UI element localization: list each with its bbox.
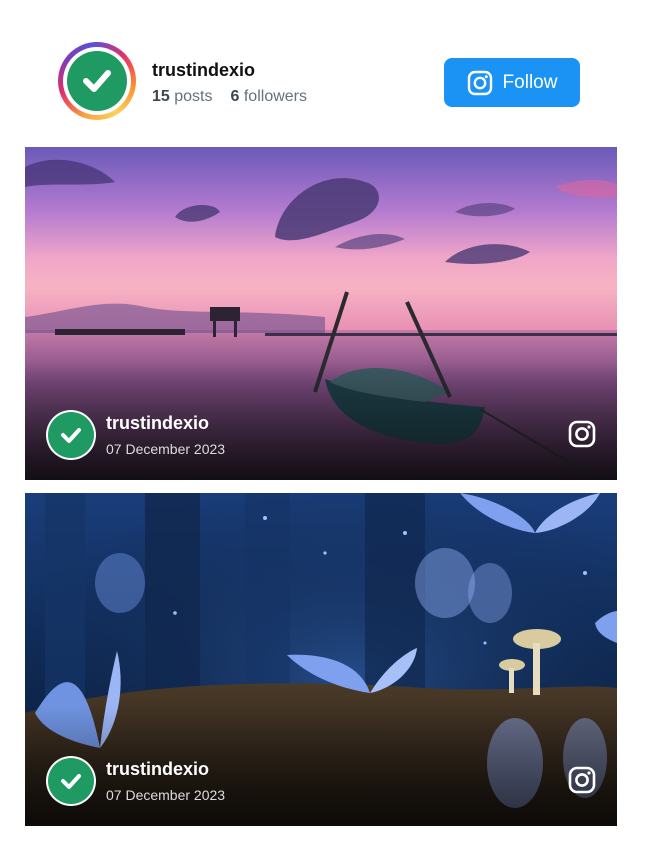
posts-count: 15: [152, 88, 170, 105]
follow-label: Follow: [502, 71, 558, 93]
follow-button[interactable]: Follow: [444, 58, 580, 107]
post-date: 07 December 2023: [106, 787, 226, 803]
post-card[interactable]: trustindexio 07 December 2023: [25, 147, 617, 480]
instagram-icon[interactable]: [568, 766, 596, 794]
checkmark-icon: [61, 774, 81, 789]
post-username[interactable]: trustindexio: [106, 759, 209, 780]
post-avatar[interactable]: [46, 410, 96, 460]
post-avatar[interactable]: [46, 756, 96, 806]
profile-header: trustindexio 15 posts 6 followers Follow: [0, 0, 646, 140]
instagram-icon: [467, 70, 492, 95]
posts-label: posts: [174, 88, 213, 105]
checkmark-icon: [83, 70, 111, 92]
post-date: 07 December 2023: [106, 441, 226, 457]
profile-avatar[interactable]: [58, 42, 136, 120]
post-card[interactable]: trustindexio 07 December 2023: [25, 493, 617, 826]
instagram-icon[interactable]: [568, 420, 596, 448]
followers-count: 6: [230, 88, 240, 105]
followers-label: followers: [243, 88, 307, 105]
profile-username[interactable]: trustindexio: [152, 60, 255, 81]
checkmark-icon: [61, 428, 81, 443]
profile-stats: 15 posts 6 followers: [152, 88, 307, 106]
post-username[interactable]: trustindexio: [106, 413, 209, 434]
